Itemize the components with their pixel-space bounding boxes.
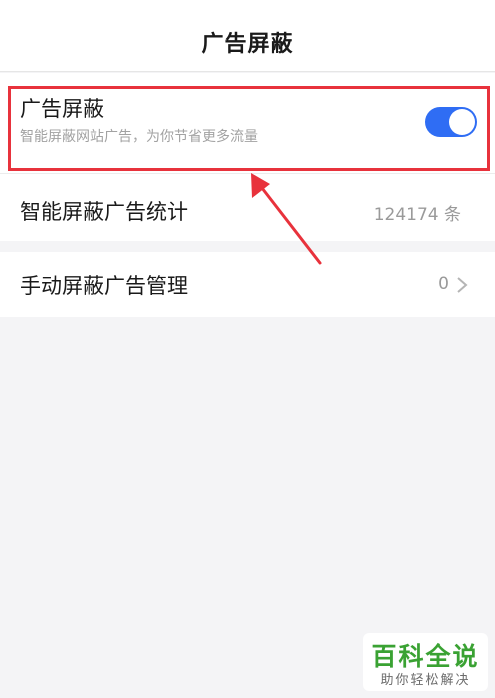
adblock-title: 广告屏蔽 [20,97,104,121]
watermark-subtitle: 助你轻松解决 [380,673,471,688]
header-bar: 广告屏蔽 [0,0,495,72]
toggle-knob [449,109,475,135]
adblock-section: 广告屏蔽 智能屏蔽网站广告，为你节省更多流量 智能屏蔽广告统计 124174 条 [0,73,495,241]
watermark-logo: 百科全说 助你轻松解决 [363,633,488,691]
adblock-toggle-switch[interactable] [425,107,477,137]
ad-stats-row: 智能屏蔽广告统计 124174 条 [0,174,495,241]
manual-ad-count: 0 [438,274,449,294]
ad-stats-label: 智能屏蔽广告统计 [20,200,188,224]
adblock-subtitle: 智能屏蔽网站广告，为你节省更多流量 [20,129,258,145]
adblock-toggle-row: 广告屏蔽 智能屏蔽网站广告，为你节省更多流量 [0,73,495,173]
watermark-title: 百科全说 [371,642,480,671]
manual-ad-management-label: 手动屏蔽广告管理 [20,274,188,298]
manual-ad-management-row[interactable]: 手动屏蔽广告管理 0 [0,252,495,317]
ad-stats-count: 124174 条 [373,205,461,225]
manual-section: 手动屏蔽广告管理 0 [0,252,495,317]
page-title: 广告屏蔽 [201,32,294,57]
chevron-right-icon [457,277,468,293]
